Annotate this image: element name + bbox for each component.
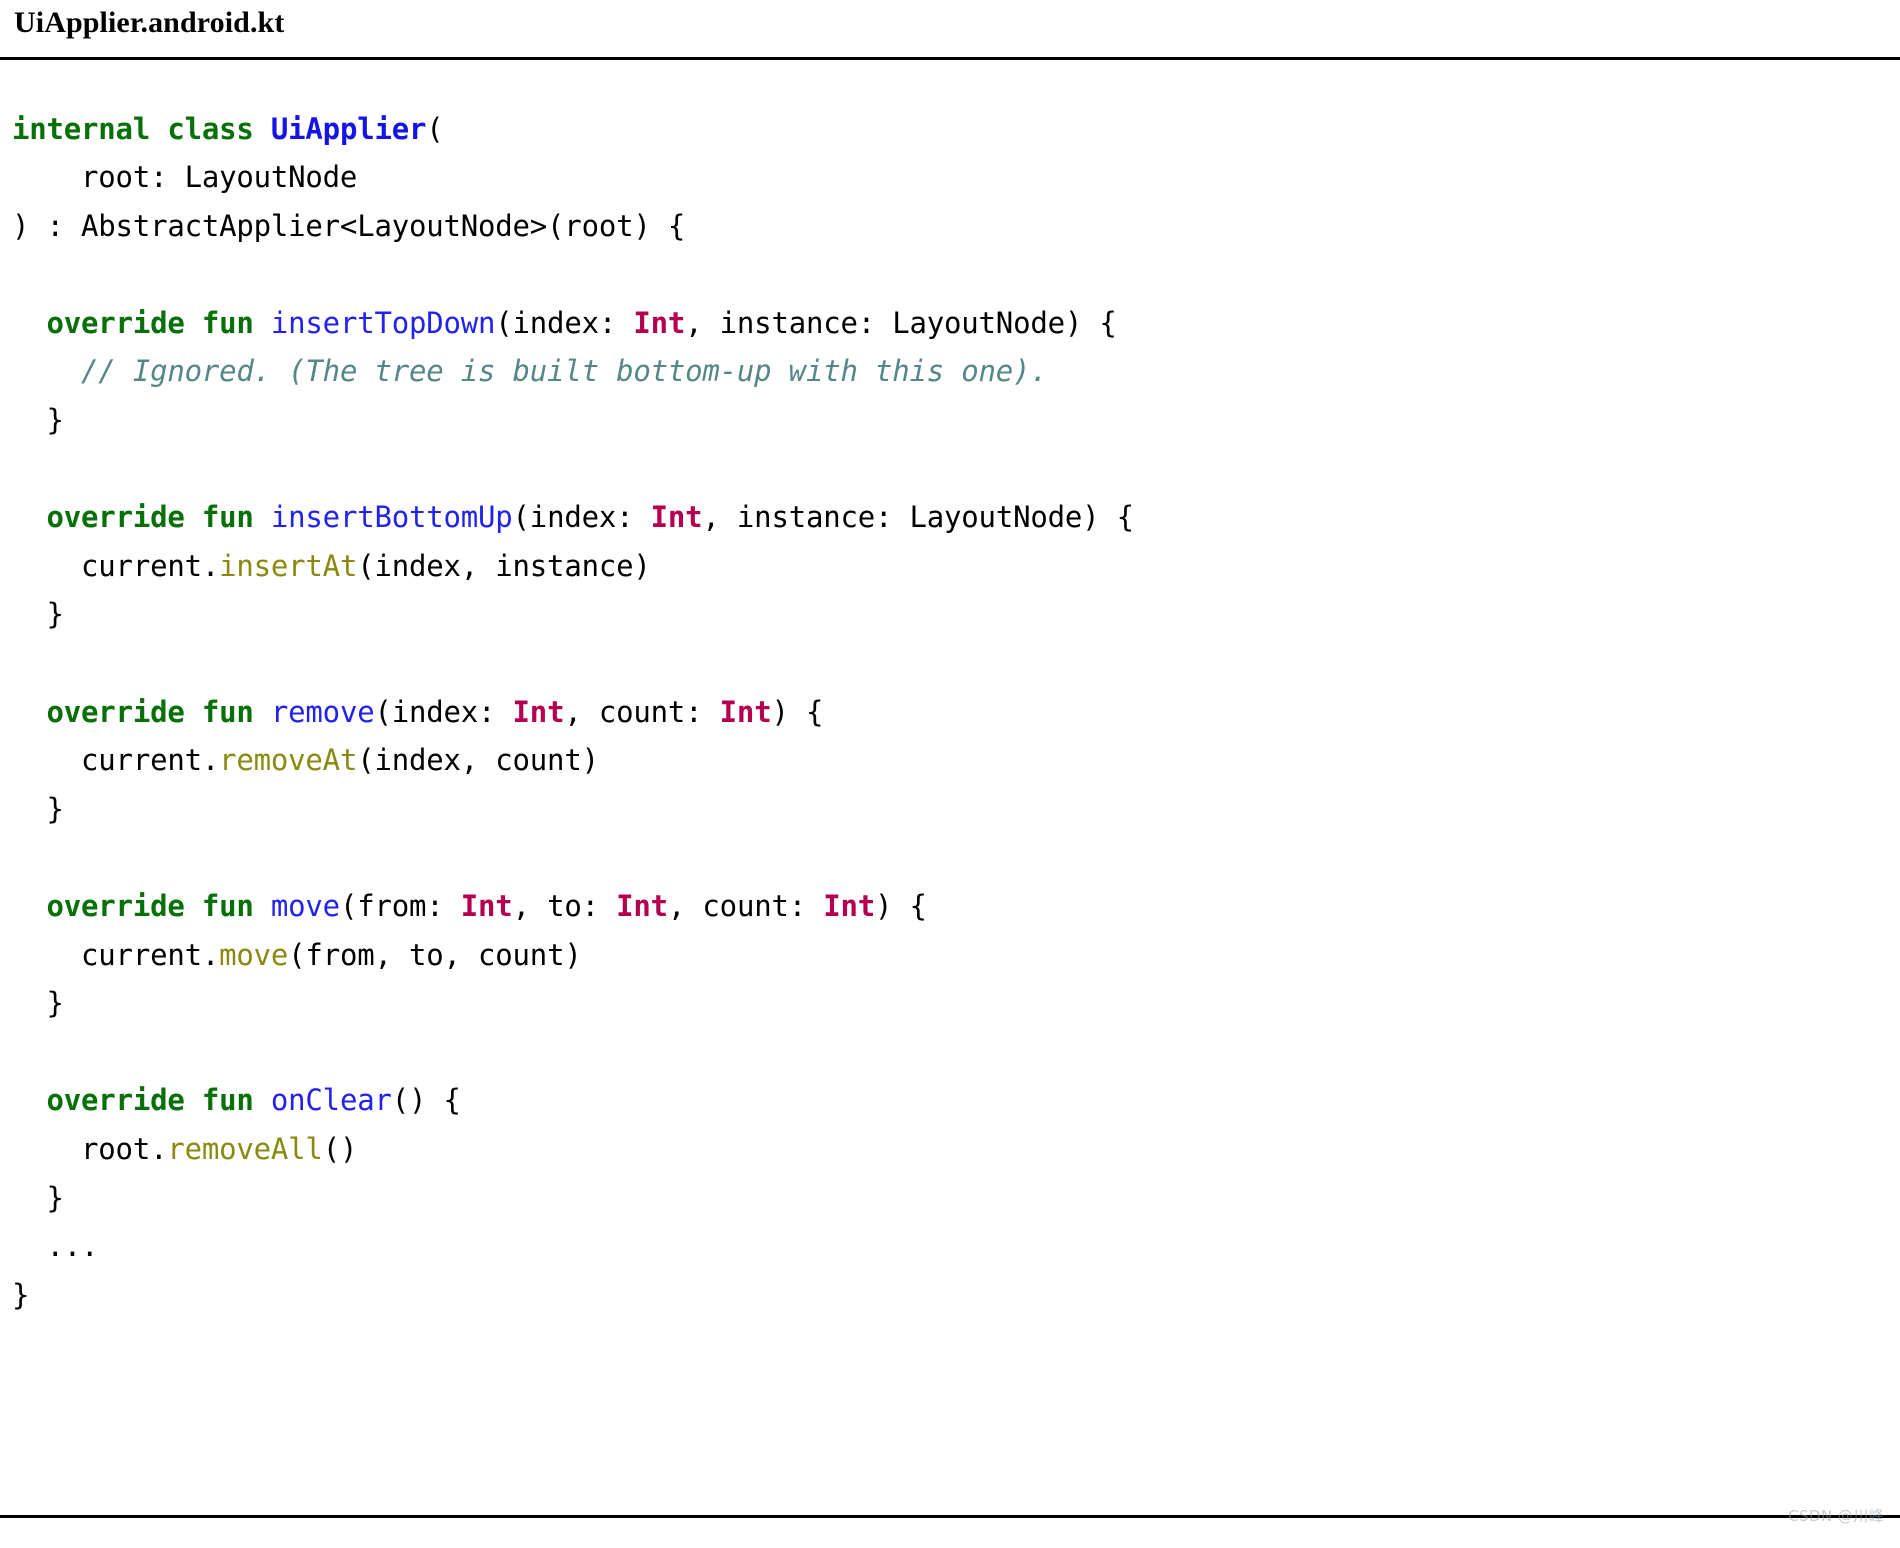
code-token: (index, count) bbox=[357, 743, 599, 777]
code-line: } bbox=[12, 979, 1900, 1028]
code-snippet-page: UiApplier.android.kt internal class UiAp… bbox=[0, 0, 1900, 1548]
code-token: (index: bbox=[513, 500, 651, 534]
title-bar: UiApplier.android.kt bbox=[0, 0, 1900, 51]
code-line: } bbox=[12, 590, 1900, 639]
code-token: override fun bbox=[47, 1083, 271, 1117]
code-token: Int bbox=[633, 306, 685, 340]
code-token: (index: bbox=[495, 306, 633, 340]
code-token: removeAll bbox=[167, 1132, 322, 1166]
code-line bbox=[12, 639, 1900, 688]
code-token: (from: bbox=[340, 889, 461, 923]
code-token: override fun bbox=[47, 306, 271, 340]
code-token: () { bbox=[392, 1083, 461, 1117]
code-token: Int bbox=[823, 889, 875, 923]
code-line: } bbox=[12, 396, 1900, 445]
code-line: override fun insertTopDown(index: Int, i… bbox=[12, 299, 1900, 348]
code-token: Int bbox=[651, 500, 703, 534]
code-token: } bbox=[12, 597, 64, 631]
code-line: } bbox=[12, 785, 1900, 834]
code-token: remove bbox=[271, 695, 375, 729]
code-token: , count: bbox=[564, 695, 719, 729]
code-token: } bbox=[12, 792, 64, 826]
code-line: } bbox=[12, 1271, 1900, 1320]
code-token: } bbox=[12, 403, 64, 437]
code-token: } bbox=[12, 986, 64, 1020]
code-token bbox=[12, 889, 47, 923]
code-block: internal class UiApplier( root: LayoutNo… bbox=[0, 89, 1900, 1320]
code-token: insertTopDown bbox=[271, 306, 495, 340]
code-token: removeAt bbox=[219, 743, 357, 777]
code-token: , instance: LayoutNode) { bbox=[702, 500, 1134, 534]
code-line: ) : AbstractApplier<LayoutNode>(root) { bbox=[12, 202, 1900, 251]
code-line bbox=[12, 1028, 1900, 1077]
code-line: current.removeAt(index, count) bbox=[12, 736, 1900, 785]
code-token: current. bbox=[12, 938, 219, 972]
code-token bbox=[12, 1083, 47, 1117]
code-line: override fun insertBottomUp(index: Int, … bbox=[12, 493, 1900, 542]
code-token: Int bbox=[513, 695, 565, 729]
code-token: insertAt bbox=[219, 549, 357, 583]
code-line: } bbox=[12, 1174, 1900, 1223]
code-token: ... bbox=[12, 1229, 98, 1263]
code-token bbox=[12, 354, 81, 388]
code-token: root: LayoutNode bbox=[12, 160, 357, 194]
code-line bbox=[12, 445, 1900, 494]
code-token: UiApplier bbox=[271, 112, 426, 146]
code-token: (index: bbox=[374, 695, 512, 729]
code-line: root: LayoutNode bbox=[12, 153, 1900, 202]
code-token: (from, to, count) bbox=[288, 938, 581, 972]
code-token: Int bbox=[461, 889, 513, 923]
code-token: ) { bbox=[771, 695, 823, 729]
code-token: insertBottomUp bbox=[271, 500, 513, 534]
code-line: current.insertAt(index, instance) bbox=[12, 542, 1900, 591]
code-line: override fun onClear() { bbox=[12, 1076, 1900, 1125]
code-token: override fun bbox=[47, 695, 271, 729]
code-line: // Ignored. (The tree is built bottom-up… bbox=[12, 347, 1900, 396]
code-line bbox=[12, 250, 1900, 299]
code-token: ) { bbox=[875, 889, 927, 923]
code-token: ) : AbstractApplier<LayoutNode>(root) { bbox=[12, 209, 685, 243]
divider-bottom bbox=[0, 1515, 1900, 1518]
page-title: UiApplier.android.kt bbox=[14, 6, 1900, 41]
code-token bbox=[12, 306, 47, 340]
code-token: () bbox=[323, 1132, 358, 1166]
divider-top bbox=[0, 57, 1900, 60]
code-token: , instance: LayoutNode) { bbox=[685, 306, 1117, 340]
code-line: override fun remove(index: Int, count: I… bbox=[12, 688, 1900, 737]
code-line: override fun move(from: Int, to: Int, co… bbox=[12, 882, 1900, 931]
code-token: Int bbox=[616, 889, 668, 923]
code-token: } bbox=[12, 1181, 64, 1215]
code-token: current. bbox=[12, 549, 219, 583]
code-token bbox=[12, 695, 47, 729]
code-token: (index, instance) bbox=[357, 549, 650, 583]
code-token: ( bbox=[426, 112, 443, 146]
code-token bbox=[12, 500, 47, 534]
code-line: ... bbox=[12, 1222, 1900, 1271]
code-token: Int bbox=[720, 695, 772, 729]
code-token: } bbox=[12, 1278, 29, 1312]
code-token: , count: bbox=[668, 889, 823, 923]
code-line: internal class UiApplier( bbox=[12, 105, 1900, 154]
code-line: current.move(from, to, count) bbox=[12, 931, 1900, 980]
code-token: onClear bbox=[271, 1083, 392, 1117]
code-token: override fun bbox=[47, 500, 271, 534]
code-token: override fun bbox=[47, 889, 271, 923]
code-token: move bbox=[271, 889, 340, 923]
code-token: // Ignored. (The tree is built bottom-up… bbox=[81, 354, 1048, 388]
code-token: , to: bbox=[513, 889, 617, 923]
watermark: CSDN @川峰 bbox=[1788, 1505, 1884, 1526]
code-token: internal class bbox=[12, 112, 271, 146]
code-token: root. bbox=[12, 1132, 167, 1166]
code-line: root.removeAll() bbox=[12, 1125, 1900, 1174]
code-token: move bbox=[219, 938, 288, 972]
code-token: current. bbox=[12, 743, 219, 777]
code-line bbox=[12, 833, 1900, 882]
